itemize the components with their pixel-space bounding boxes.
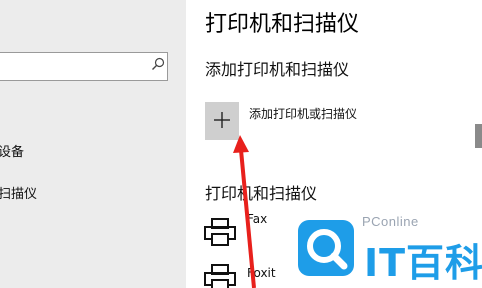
printers-section-heading: 打印机和扫描仪 — [205, 184, 318, 203]
printer-item-foxit[interactable]: Foxit — [247, 266, 276, 280]
page-title: 打印机和扫描仪 — [205, 12, 360, 37]
printer-icon — [204, 218, 236, 246]
sidebar: 设备 扫描仪 — [0, 0, 186, 288]
add-printer-label[interactable]: 添加打印机或扫描仪 — [249, 105, 357, 122]
search-input[interactable] — [0, 52, 168, 81]
scrollbar-thumb[interactable] — [475, 124, 482, 148]
search-icon[interactable] — [150, 56, 166, 72]
plus-icon — [214, 112, 230, 128]
watermark-small-text: PConline — [362, 214, 419, 229]
add-section-heading: 添加打印机和扫描仪 — [205, 60, 350, 79]
sidebar-item-devices[interactable]: 设备 — [0, 141, 24, 160]
sidebar-item-scanners[interactable]: 扫描仪 — [0, 183, 37, 202]
pconline-logo-icon — [298, 220, 354, 276]
printer-icon — [204, 264, 236, 288]
watermark-big-text: IT百科 — [364, 241, 482, 285]
printer-item-fax[interactable]: Fax — [247, 212, 267, 226]
watermark: PConline IT百科 — [282, 210, 482, 288]
